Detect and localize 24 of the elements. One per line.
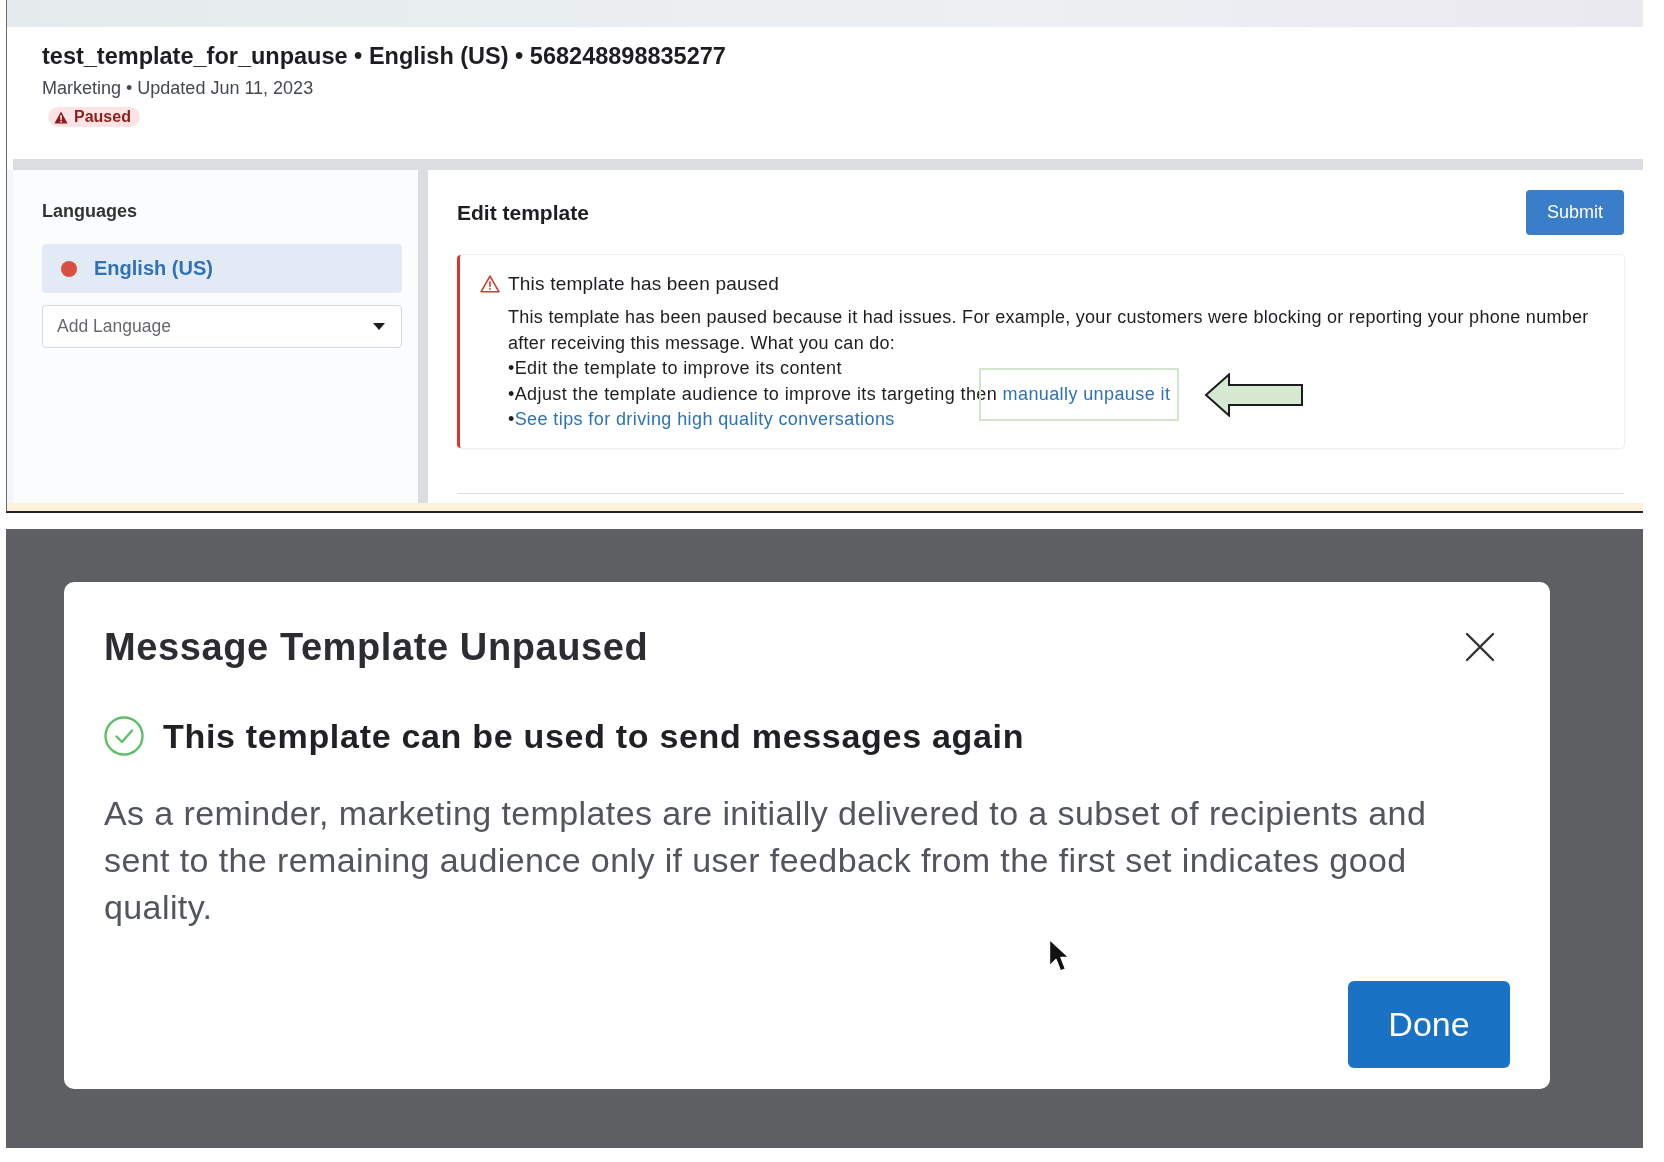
status-message: This template can be used to send messages again — [163, 716, 1025, 756]
warning-icon — [54, 110, 68, 124]
alert-title: This template has been paused — [508, 272, 780, 295]
alert-message: This template has been paused because it had issues. For example, your customers were blocking or reporting your phone number after receiving this message. What you can do: — [508, 306, 1590, 355]
status-label: Paused — [74, 108, 131, 126]
alert-bullet-item: •Edit the template to improve its content — [508, 357, 842, 380]
alert-link[interactable]: manually unpause it — [1002, 383, 1171, 404]
left-arrow-icon — [1204, 373, 1304, 417]
languages-heading: Languages — [42, 201, 139, 221]
done-button[interactable]: Done — [1348, 981, 1510, 1068]
close-icon — [1465, 632, 1495, 662]
alert-link[interactable]: See tips for driving high quality conversations — [514, 409, 895, 429]
template-title: test_template_for_unpause • English (US) • 568248898835277 — [42, 43, 726, 69]
close-button[interactable] — [1465, 632, 1495, 662]
warning-icon — [480, 275, 500, 293]
alert-bullet-item: •See tips for driving high quality conversations — [508, 408, 895, 431]
edit-template-heading: Edit template — [457, 200, 589, 225]
caret-icon — [373, 323, 385, 330]
language-item[interactable]: English (US) — [42, 244, 402, 293]
dialog-title: Message Template Unpaused — [104, 626, 649, 668]
add-language-dropdown[interactable]: Add Language — [42, 305, 402, 348]
submit-button[interactable]: Submit — [1526, 190, 1624, 235]
dialog-message: As a reminder, marketing templates are initially delivered to a subset of recipients and sent to the remaining audience only if user feedback from the first set indicates good quality. — [104, 793, 1428, 928]
template-subtitle: Marketing • Updated Jun 11, 2023 — [42, 77, 314, 99]
